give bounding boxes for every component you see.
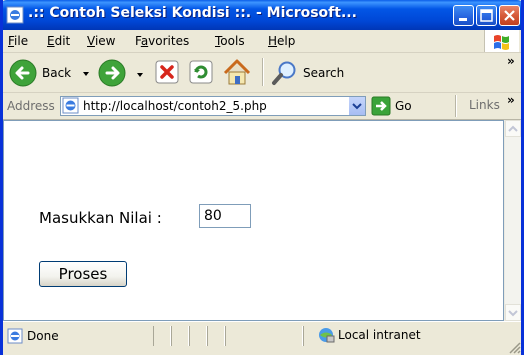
menu-tools-label: ools	[220, 34, 245, 48]
status-panel	[207, 326, 225, 346]
vertical-scrollbar[interactable]	[504, 120, 521, 321]
menu-favorites[interactable]: Favorites	[135, 34, 189, 48]
address-url: http://localhost/contoh2_5.php	[83, 99, 267, 113]
minimize-icon	[459, 18, 467, 21]
windows-logo-area	[484, 30, 519, 52]
forward-arrow-icon[interactable]	[97, 58, 127, 88]
menu-tools[interactable]: Tools	[215, 34, 245, 48]
menu-help-accel: H	[268, 34, 278, 48]
resize-grip-icon[interactable]	[507, 340, 521, 354]
toolbar-separator	[262, 58, 264, 86]
menu-bar: File Edit View Favorites Tools Help	[3, 30, 521, 53]
menu-edit[interactable]: Edit	[47, 34, 70, 48]
address-label: Address	[7, 99, 55, 113]
status-panel	[153, 326, 171, 346]
window-title: .:: Contoh Seleksi Kondisi ::. - Microso…	[28, 5, 357, 21]
proses-button[interactable]: Proses	[39, 261, 127, 287]
page-icon	[62, 97, 79, 114]
address-separator	[455, 95, 457, 117]
menu-view-label: iew	[94, 34, 116, 48]
go-label: Go	[395, 99, 412, 113]
chevron-down-icon	[352, 103, 362, 110]
search-label: Search	[303, 66, 345, 80]
scroll-down-icon	[508, 310, 518, 317]
status-panel	[189, 326, 207, 346]
nilai-label: Masukkan Nilai :	[39, 209, 162, 227]
page-content: Masukkan Nilai : Proses	[3, 120, 504, 321]
forward-dropdown-icon[interactable]	[136, 71, 144, 79]
zone-label: Local intranet	[338, 328, 421, 342]
browser-window: .:: Contoh Seleksi Kondisi ::. - Microso…	[0, 0, 524, 355]
standard-toolbar: Back Search »	[3, 53, 521, 93]
windows-logo-icon	[494, 35, 509, 50]
toolbar-overflow-chevron[interactable]: »	[507, 54, 515, 68]
menu-help-label: elp	[277, 34, 296, 48]
go-arrow-icon	[371, 96, 391, 116]
close-icon	[504, 10, 515, 21]
address-dropdown-button[interactable]	[348, 97, 365, 115]
maximize-button[interactable]	[476, 5, 497, 26]
back-arrow-icon	[9, 59, 37, 87]
nilai-input[interactable]	[199, 204, 251, 228]
back-dropdown-icon[interactable]	[82, 70, 90, 78]
done-page-icon	[7, 328, 23, 344]
menu-view[interactable]: View	[87, 34, 115, 48]
scroll-down-button[interactable]	[505, 304, 521, 321]
title-bar[interactable]: .:: Contoh Seleksi Kondisi ::. - Microso…	[3, 0, 521, 30]
home-icon[interactable]	[221, 57, 253, 87]
go-button[interactable]: Go	[371, 96, 423, 116]
back-label: Back	[42, 66, 72, 80]
menu-edit-accel: E	[47, 34, 55, 48]
address-bar: Address http://localhost/contoh2_5.php G…	[3, 93, 521, 120]
ie-page-icon	[6, 6, 24, 24]
links-label[interactable]: Links	[469, 98, 500, 112]
local-intranet-icon	[319, 328, 335, 343]
close-button[interactable]	[499, 5, 520, 26]
minimize-button[interactable]	[453, 5, 474, 26]
menu-help[interactable]: Help	[268, 34, 295, 48]
maximize-icon	[480, 9, 493, 22]
status-bar: Done Local intranet	[3, 321, 521, 355]
menu-edit-label: dit	[54, 34, 71, 48]
menu-favorites-label: vorites	[148, 34, 190, 48]
links-overflow-chevron[interactable]: »	[507, 93, 515, 107]
search-icon	[272, 61, 296, 85]
search-button[interactable]: Search	[269, 57, 349, 89]
stop-icon[interactable]	[154, 59, 180, 85]
back-button[interactable]: Back	[6, 57, 94, 89]
zone-panel: Local intranet	[303, 326, 521, 346]
status-panel	[225, 326, 303, 346]
menu-view-accel: V	[87, 34, 95, 48]
address-input[interactable]: http://localhost/contoh2_5.php	[60, 96, 366, 116]
menu-file-label: ile	[14, 34, 29, 48]
status-panel	[171, 326, 189, 346]
refresh-icon[interactable]	[188, 59, 214, 85]
scroll-up-icon	[508, 125, 518, 132]
status-text: Done	[27, 329, 59, 343]
menu-file[interactable]: File	[8, 34, 28, 48]
scroll-up-button[interactable]	[505, 120, 521, 137]
